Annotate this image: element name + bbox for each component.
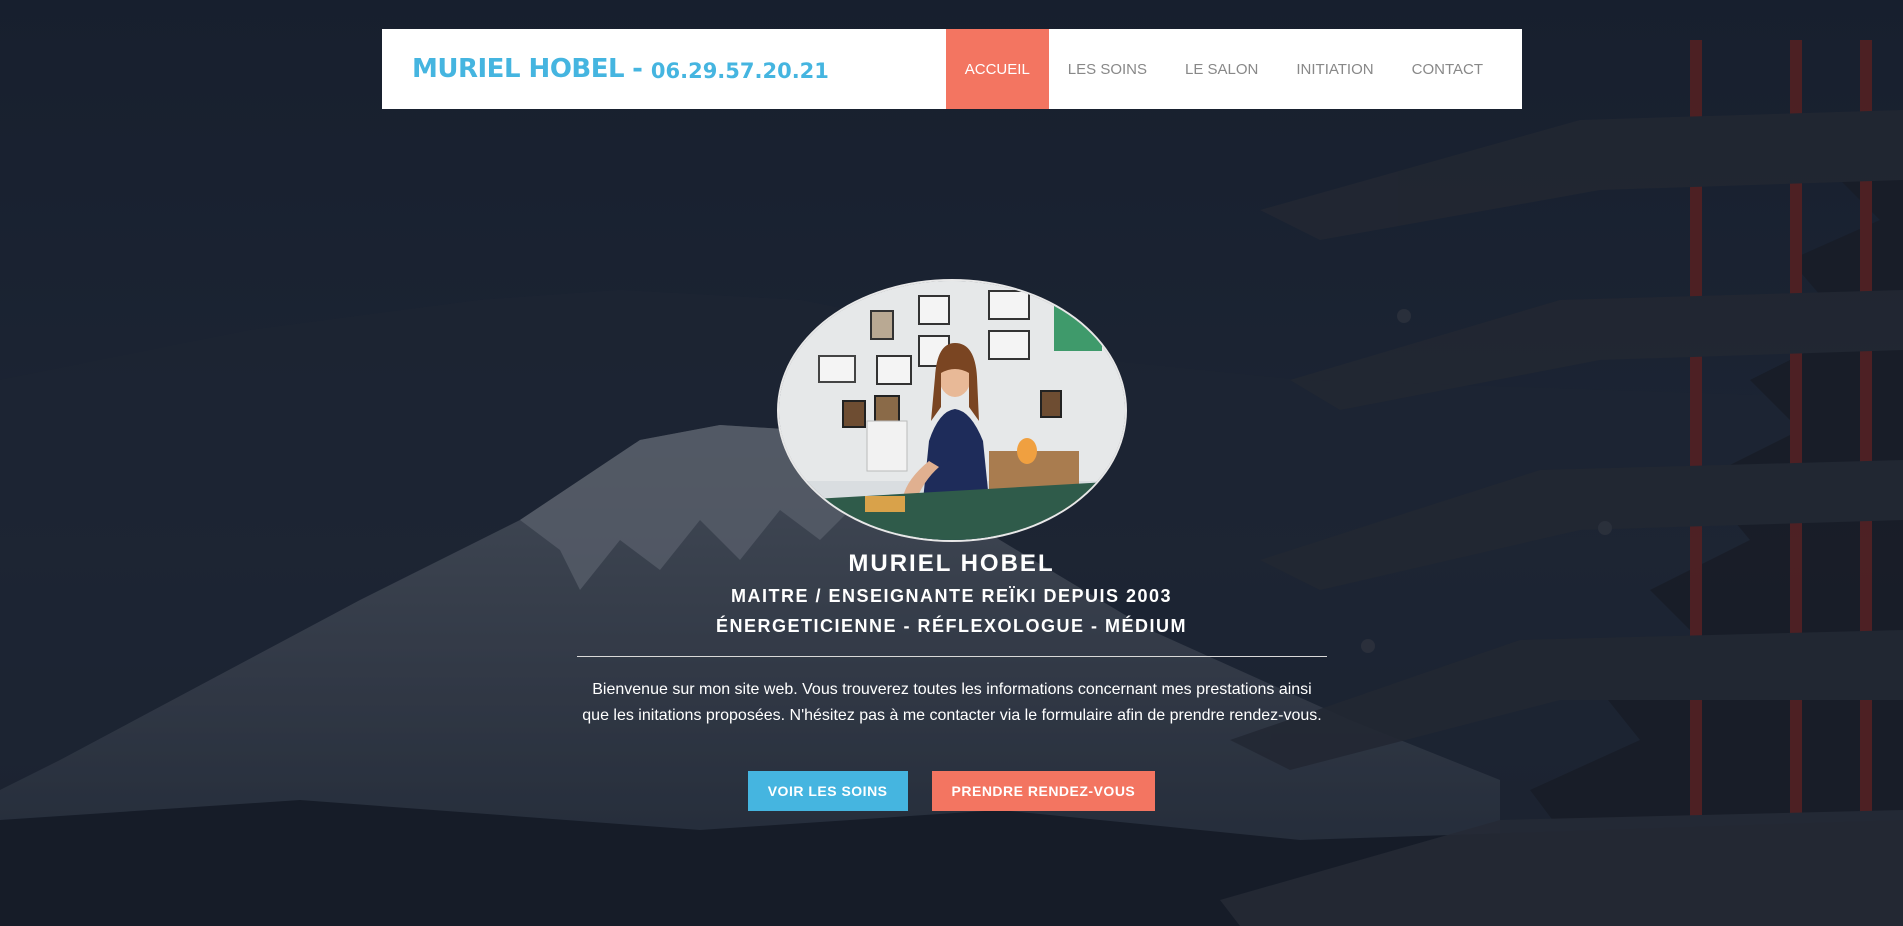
nav-item-initiation[interactable]: INITIATION [1277, 29, 1392, 109]
hero-subtitle-role: MAITRE / ENSEIGNANTE REÏKI DEPUIS 2003 [730, 586, 1173, 606]
book-appointment-button[interactable]: PRENDRE RENDEZ-VOUS [931, 771, 1156, 811]
site-header: MURIEL HOBEL - 06.29.57.20.21 ACCUEIL LE… [382, 29, 1522, 109]
page: MURIEL HOBEL - 06.29.57.20.21 ACCUEIL LE… [0, 0, 1903, 926]
hero-name: MURIEL HOBEL [848, 550, 1055, 577]
nav-item-accueil[interactable]: ACCUEIL [945, 29, 1049, 109]
view-services-button[interactable]: VOIR LES SOINS [747, 771, 908, 811]
main-nav: ACCUEIL LES SOINS LE SALON INITIATION CO… [945, 29, 1522, 109]
hero-buttons: VOIR LES SOINS PRENDRE RENDEZ-VOUS [0, 771, 1903, 811]
hero-subtitle-specialties: ÉNERGETICIENNE - RÉFLEXOLOGUE - MÉDIUM [715, 616, 1188, 636]
brand-name: MURIEL HOBEL [412, 54, 625, 84]
hero-divider [577, 656, 1327, 657]
site-logo[interactable]: MURIEL HOBEL - 06.29.57.20.21 [382, 29, 946, 109]
nav-item-les-soins[interactable]: LES SOINS [1049, 29, 1166, 109]
nav-item-le-salon[interactable]: LE SALON [1166, 29, 1277, 109]
portrait-image [779, 281, 1125, 540]
brand-phone: 06.29.57.20.21 [650, 59, 829, 83]
nav-item-contact[interactable]: CONTACT [1393, 29, 1502, 109]
hero-intro-text: Bienvenue sur mon site web. Vous trouver… [582, 681, 1322, 724]
brand-separator: - [632, 54, 643, 84]
portrait-photo [777, 279, 1127, 542]
